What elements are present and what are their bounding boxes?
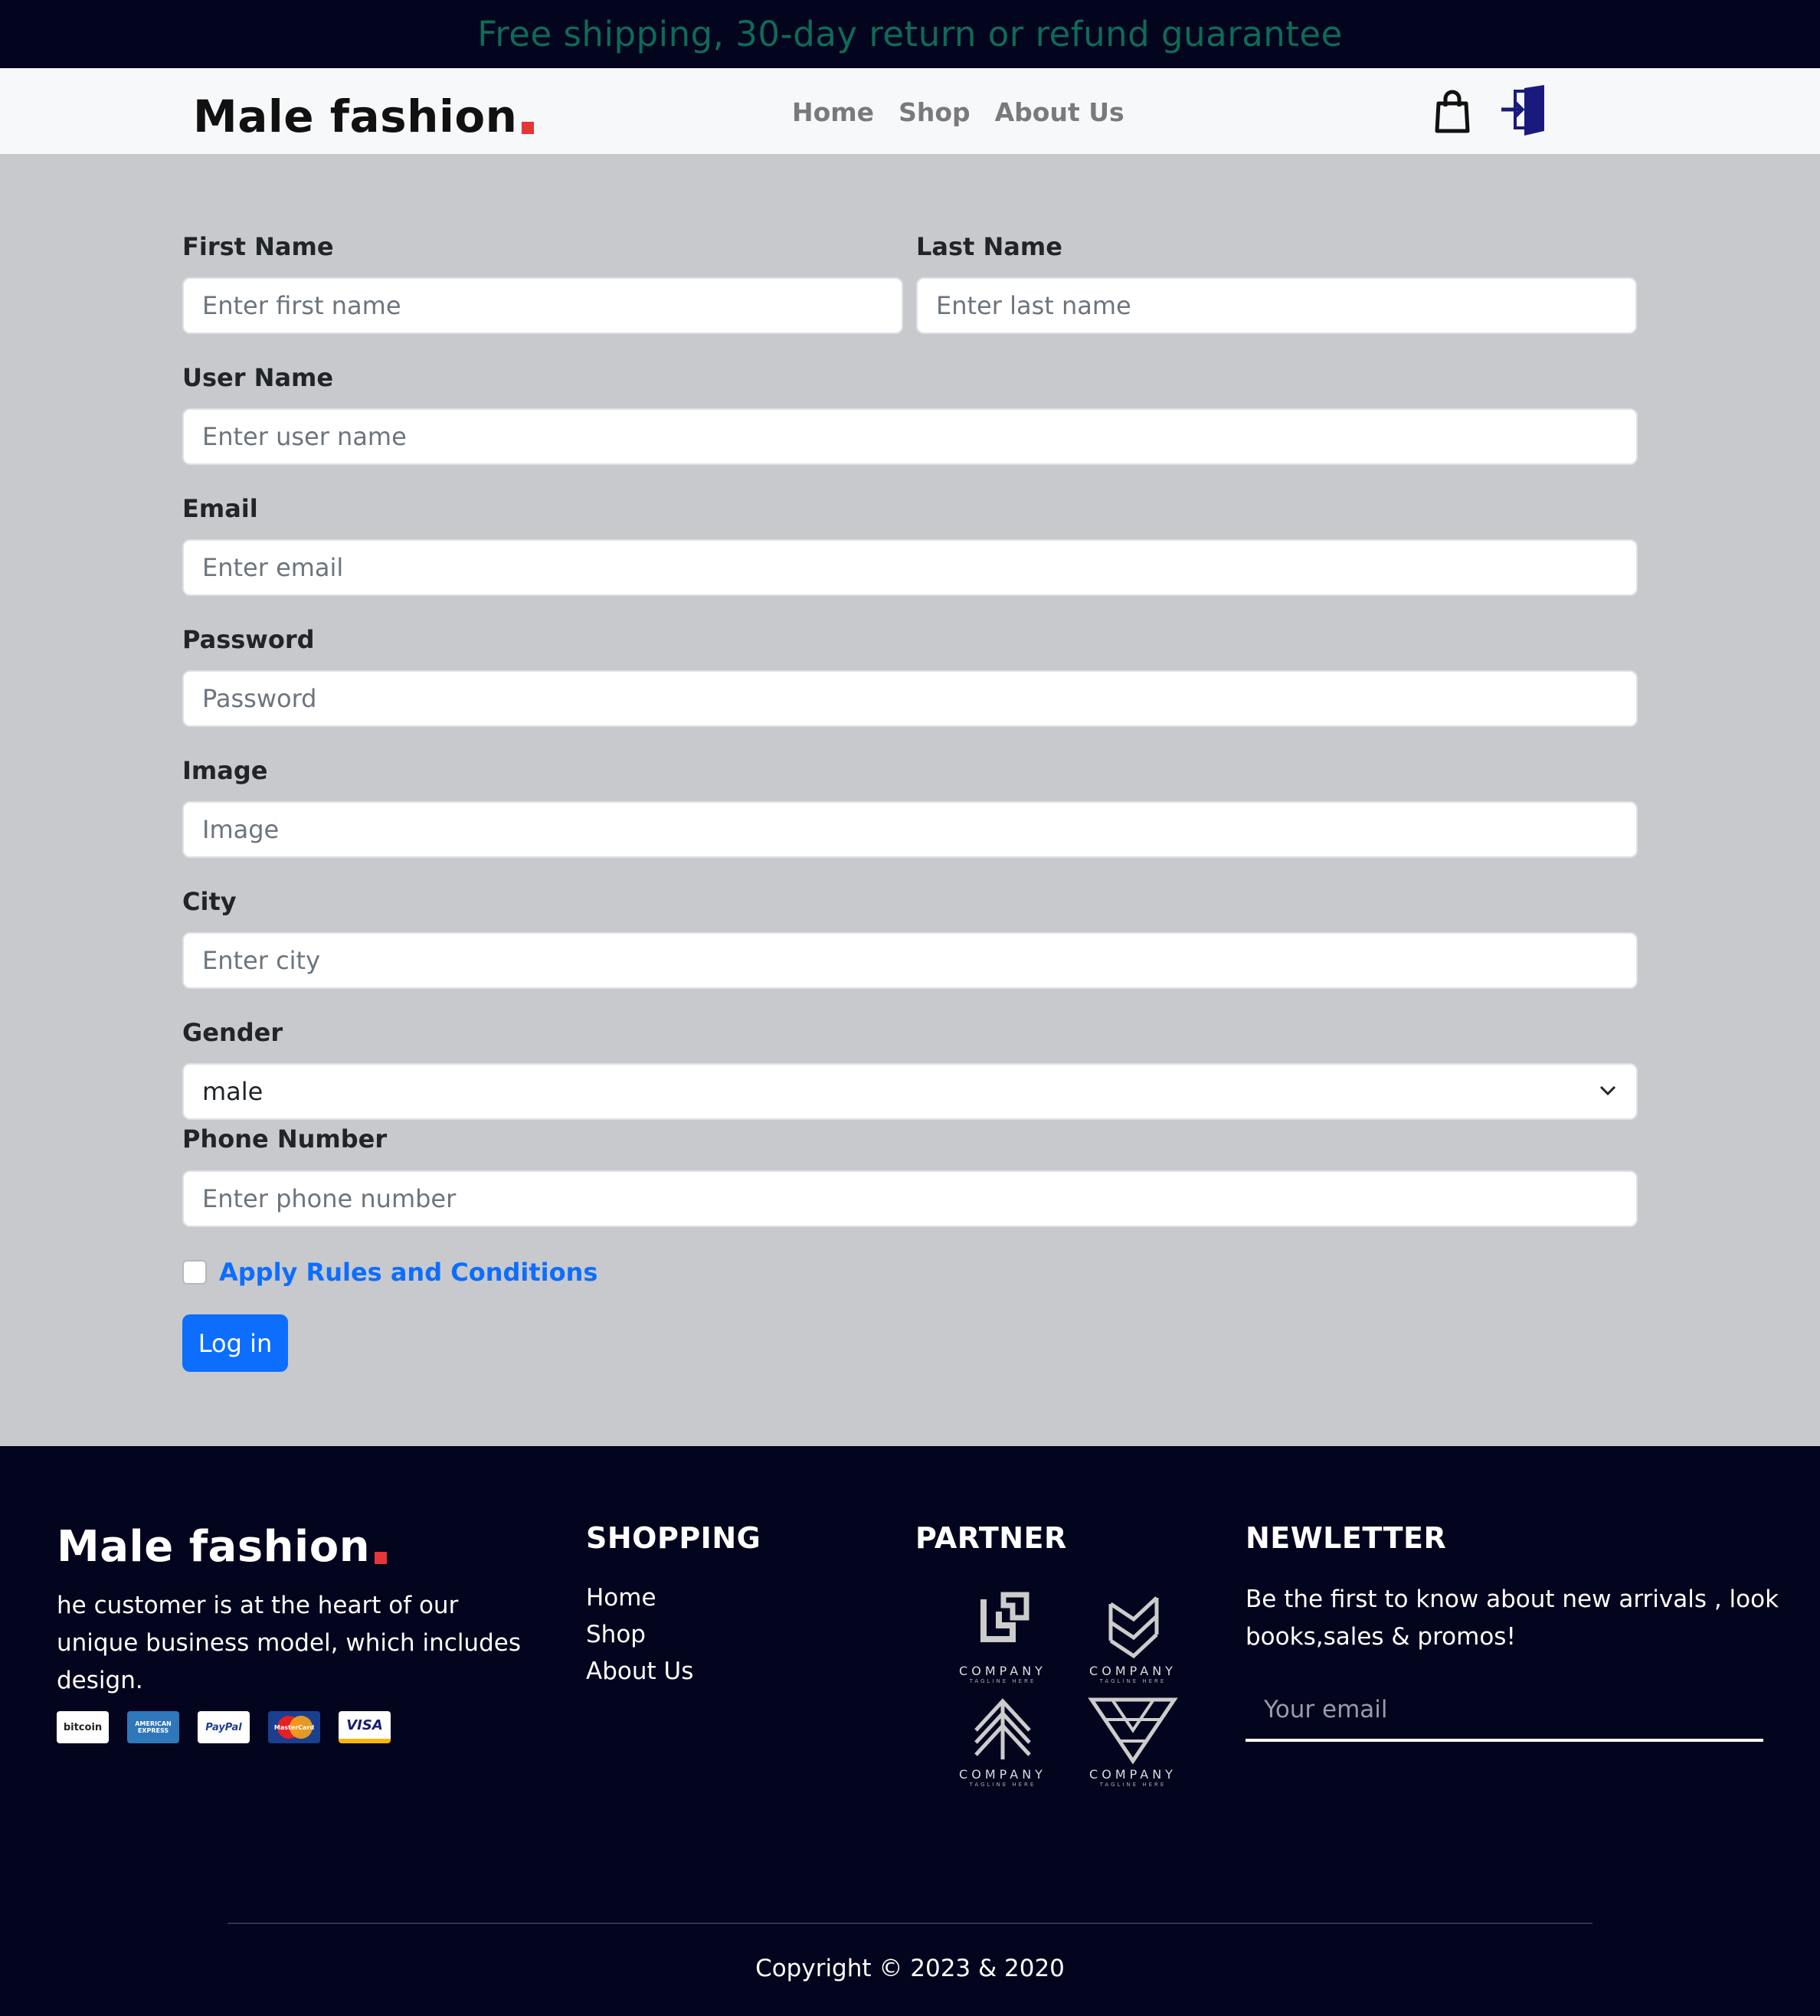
- shopping-bag-icon[interactable]: [1428, 87, 1477, 136]
- footer-link-home[interactable]: Home: [586, 1581, 693, 1615]
- partner-stripes-icon: [1108, 1596, 1159, 1659]
- user-name-input[interactable]: [182, 408, 1638, 465]
- chevron-down-icon: [1598, 1077, 1618, 1106]
- last-name-label: Last Name: [916, 232, 1062, 261]
- footer-divider: [228, 1923, 1592, 1924]
- last-name-input[interactable]: [916, 277, 1637, 334]
- payment-methods: bitcoin AMERICAN EXPRESS PayPal MasterCa…: [57, 1711, 391, 1743]
- partner-logo: COMPANY TAGLINE HERE: [938, 1589, 1068, 1684]
- image-label: Image: [182, 756, 268, 785]
- rules-label[interactable]: Apply Rules and Conditions: [219, 1258, 597, 1287]
- footer: Male fashion he customer is at the heart…: [0, 1446, 1820, 2016]
- shopping-heading: SHOPPING: [586, 1521, 761, 1555]
- partner-triangles-icon: [1088, 1697, 1178, 1765]
- copyright-text: Copyright © 2023 & 2020: [755, 1955, 1065, 1982]
- partner-logo: COMPANY TAGLINE HERE: [1068, 1589, 1198, 1684]
- amex-icon: AMERICAN EXPRESS: [127, 1711, 179, 1743]
- logo-text: Male fashion: [193, 90, 518, 142]
- partner-chevrons-icon: [974, 1698, 1031, 1759]
- gender-select[interactable]: male: [182, 1063, 1638, 1120]
- partner-logo: COMPANY TAGLINE HERE: [1068, 1692, 1198, 1788]
- mastercard-icon: MasterCard: [268, 1711, 320, 1743]
- partner-logos: COMPANY TAGLINE HERE COMPANY TAGLINE HER…: [938, 1589, 1198, 1788]
- partner-heading: PARTNER: [915, 1521, 1067, 1555]
- footer-logo[interactable]: Male fashion: [57, 1522, 388, 1572]
- phone-input[interactable]: [182, 1170, 1638, 1227]
- partner-square-icon: [980, 1592, 1029, 1642]
- phone-label: Phone Number: [182, 1124, 388, 1154]
- bitcoin-icon: bitcoin: [57, 1711, 109, 1743]
- main-nav: Home Shop About Us: [792, 97, 1124, 127]
- login-door-icon[interactable]: [1498, 83, 1552, 137]
- rules-checkbox-row: Apply Rules and Conditions: [182, 1258, 597, 1287]
- newsletter-heading: NEWLETTER: [1246, 1521, 1447, 1555]
- first-name-label: First Name: [182, 232, 334, 261]
- password-input[interactable]: [182, 670, 1638, 727]
- footer-about-text: he customer is at the heart of our uniqu…: [57, 1592, 521, 1694]
- footer-link-shop[interactable]: Shop: [586, 1618, 693, 1651]
- password-label: Password: [182, 625, 315, 654]
- newsletter-email-input[interactable]: [1246, 1681, 1763, 1742]
- promo-bar: Free shipping, 30-day return or refund g…: [0, 0, 1820, 68]
- shopping-links: Home Shop About Us: [586, 1581, 693, 1688]
- footer-logo-text: Male fashion: [57, 1522, 371, 1572]
- city-label: City: [182, 887, 237, 916]
- first-name-input[interactable]: [182, 277, 903, 334]
- nav-about-us[interactable]: About Us: [995, 97, 1124, 127]
- gender-value: male: [202, 1077, 264, 1106]
- user-name-label: User Name: [182, 363, 334, 392]
- visa-icon: VISA: [339, 1711, 391, 1743]
- partner-logo: COMPANY TAGLINE HERE: [938, 1692, 1068, 1788]
- login-button[interactable]: Log in: [182, 1314, 288, 1372]
- newsletter-text: Be the first to know about new arrivals …: [1246, 1586, 1779, 1651]
- logo-dot: [522, 122, 535, 134]
- image-input[interactable]: [182, 801, 1638, 858]
- nav-home[interactable]: Home: [792, 97, 874, 127]
- promo-text: Free shipping, 30-day return or refund g…: [477, 14, 1343, 54]
- navbar: Male fashion Home Shop About Us: [0, 68, 1820, 154]
- header-logo[interactable]: Male fashion: [193, 90, 535, 142]
- gender-label: Gender: [182, 1018, 283, 1047]
- rules-checkbox[interactable]: [182, 1260, 207, 1285]
- paypal-icon: PayPal: [198, 1711, 250, 1743]
- nav-shop[interactable]: Shop: [899, 97, 971, 127]
- footer-link-about-us[interactable]: About Us: [586, 1654, 693, 1688]
- footer-logo-dot: [375, 1552, 388, 1564]
- email-label: Email: [182, 494, 258, 523]
- city-input[interactable]: [182, 932, 1638, 989]
- email-input[interactable]: [182, 539, 1638, 596]
